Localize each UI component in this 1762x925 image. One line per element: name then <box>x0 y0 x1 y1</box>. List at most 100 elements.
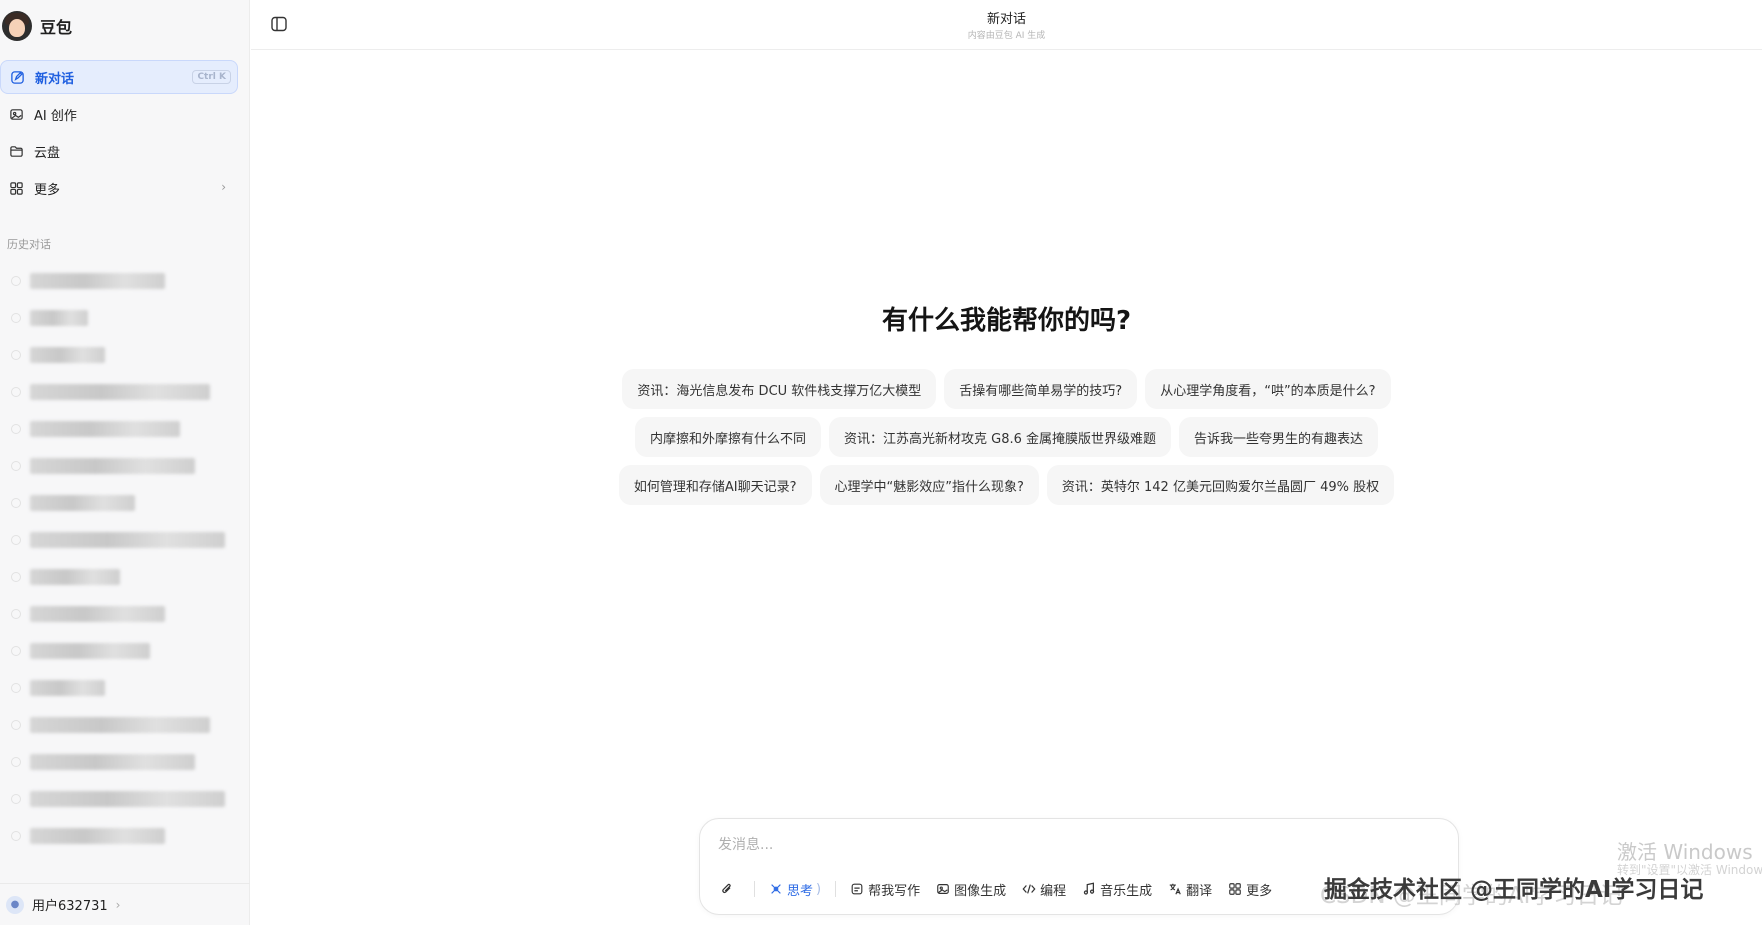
sidebar-item-new-chat[interactable]: 新对话 Ctrl K <box>0 60 238 94</box>
code-label: 编程 <box>1040 883 1067 899</box>
brand-avatar <box>2 11 32 41</box>
suggestion-chip[interactable]: 告诉我一些夸男生的有趣表达 <box>1179 417 1379 457</box>
history-item[interactable] <box>0 299 240 336</box>
history-item[interactable] <box>0 336 240 373</box>
history-item[interactable] <box>0 632 240 669</box>
suggestion-row: 如何管理和存储AI聊天记录? 心理学中“魅影效应”指什么现象? 资讯：英特尔 1… <box>251 465 1762 505</box>
chat-icon <box>11 423 21 434</box>
history-item[interactable] <box>0 373 240 410</box>
chat-icon <box>11 682 21 693</box>
sidebar-item-label: 新对话 <box>35 71 75 87</box>
chat-icon <box>11 460 21 471</box>
suggestion-chip[interactable]: 资讯：海光信息发布 DCU 软件栈支撑万亿大模型 <box>622 369 937 409</box>
chevron-right-icon: › <box>115 897 121 912</box>
history-item[interactable] <box>0 780 240 817</box>
chat-icon <box>11 349 21 360</box>
chevron-right-icon: › <box>221 180 226 194</box>
write-button[interactable]: 帮我写作 <box>842 875 928 903</box>
image-icon <box>8 106 24 122</box>
chat-icon <box>11 497 21 508</box>
think-toggle-button[interactable]: 思考 ) <box>761 875 829 903</box>
history-item[interactable] <box>0 262 240 299</box>
suggestion-row: 资讯：海光信息发布 DCU 软件栈支撑万亿大模型 舌操有哪些简单易学的技巧? 从… <box>251 369 1762 409</box>
grid-icon <box>8 180 24 196</box>
history-item[interactable] <box>0 706 240 743</box>
sidebar-item-more[interactable]: 更多 › <box>0 171 238 205</box>
music-label: 音乐生成 <box>1100 883 1153 899</box>
brand[interactable]: 豆包 <box>0 8 72 44</box>
more-tools-button[interactable]: 更多 <box>1220 875 1280 903</box>
history-item[interactable] <box>0 447 240 484</box>
suggestion-chip[interactable]: 心理学中“魅影效应”指什么现象? <box>819 465 1039 505</box>
sidebar-item-label: AI 创作 <box>34 108 77 124</box>
history-title: 历史对话 <box>7 238 51 251</box>
chat-icon <box>11 830 21 841</box>
user-name: 用户632731 <box>32 899 108 914</box>
brand-name: 豆包 <box>40 18 73 37</box>
sidebar-item-ai-create[interactable]: AI 创作 <box>0 97 238 131</box>
history-item[interactable] <box>0 595 240 632</box>
sidebar-item-label: 更多 <box>34 182 61 198</box>
user-profile[interactable]: ● 用户632731 › <box>0 883 250 925</box>
sidebar: 豆包 新对话 Ctrl K AI 创作 云盘 更多 › 历史对话 ● 用户632… <box>0 0 250 925</box>
think-icon <box>771 884 781 894</box>
translate-icon <box>1169 883 1181 895</box>
history-item[interactable] <box>0 558 240 595</box>
shortcut-badge: Ctrl K <box>192 70 231 84</box>
music-button[interactable]: 音乐生成 <box>1074 875 1160 903</box>
suggestion-chip[interactable]: 内摩擦和外摩擦有什么不同 <box>634 417 821 457</box>
history-item[interactable] <box>0 817 240 854</box>
history-list <box>0 262 240 854</box>
toolbar-divider <box>754 881 755 897</box>
write-label: 帮我写作 <box>868 883 921 899</box>
topbar: 新对话 内容由豆包 AI 生成 <box>251 0 1762 50</box>
image-icon <box>937 884 949 894</box>
history-item[interactable] <box>0 669 240 706</box>
think-label: 思考 <box>787 883 814 899</box>
composer-toolbar: 思考 ) 帮我写作 图像生成 编程 音乐生成 翻译 更多 <box>714 874 1280 904</box>
juejin-watermark: 掘金技术社区 @王同学的AI学习日记 <box>1324 877 1704 903</box>
welcome-heading: 有什么我能帮你的吗? <box>881 306 1132 336</box>
history-item[interactable] <box>0 743 240 780</box>
code-button[interactable]: 编程 <box>1014 875 1074 903</box>
music-icon <box>1083 882 1095 895</box>
chat-icon <box>11 386 21 397</box>
suggestion-chip[interactable]: 如何管理和存储AI聊天记录? <box>618 465 812 505</box>
chat-icon <box>11 312 21 323</box>
message-input[interactable] <box>718 833 1418 857</box>
user-avatar-icon: ● <box>6 895 24 914</box>
chevron-right-icon: ) <box>816 881 822 897</box>
history-item[interactable] <box>0 410 240 447</box>
app-window: 豆包 新对话 Ctrl K AI 创作 云盘 更多 › 历史对话 ● 用户632… <box>0 0 1762 925</box>
chat-icon <box>11 756 21 767</box>
sidebar-nav: 新对话 Ctrl K AI 创作 云盘 更多 › <box>0 60 250 208</box>
history-item[interactable] <box>0 484 240 521</box>
toolbar-divider <box>835 881 837 897</box>
conversation-subtitle: 内容由豆包 AI 生成 <box>967 31 1046 41</box>
attach-button[interactable] <box>714 875 748 903</box>
suggestion-chip[interactable]: 资讯：英特尔 142 亿美元回购爱尔兰晶圆厂 49% 股权 <box>1046 465 1395 505</box>
chat-icon <box>11 719 21 730</box>
grid-icon <box>1229 883 1241 895</box>
more-tools-label: 更多 <box>1246 883 1273 899</box>
sidebar-item-label: 云盘 <box>34 145 61 161</box>
history-item[interactable] <box>0 521 240 558</box>
suggestion-chip[interactable]: 资讯：江苏高光新材攻克 G8.6 金属掩膜版世界级难题 <box>828 417 1171 457</box>
suggestion-chip[interactable]: 从心理学角度看，“哄”的本质是什么? <box>1145 369 1391 409</box>
main-area: 新对话 内容由豆包 AI 生成 有什么我能帮你的吗? 资讯：海光信息发布 DCU… <box>251 0 1762 925</box>
chat-icon <box>11 793 21 804</box>
suggestion-chips: 资讯：海光信息发布 DCU 软件栈支撑万亿大模型 舌操有哪些简单易学的技巧? 从… <box>251 369 1762 513</box>
conversation-title: 新对话 <box>986 12 1026 27</box>
code-icon <box>1022 884 1036 894</box>
suggestion-chip[interactable]: 舌操有哪些简单易学的技巧? <box>944 369 1138 409</box>
image-gen-button[interactable]: 图像生成 <box>928 875 1014 903</box>
folder-icon <box>8 143 24 159</box>
translate-label: 翻译 <box>1186 883 1213 899</box>
chat-icon <box>11 275 21 286</box>
chat-icon <box>11 534 21 545</box>
image-gen-label: 图像生成 <box>954 883 1007 899</box>
translate-button[interactable]: 翻译 <box>1160 875 1220 903</box>
chat-icon <box>11 645 21 656</box>
chat-icon <box>11 571 21 582</box>
sidebar-item-cloud-drive[interactable]: 云盘 <box>0 134 238 168</box>
